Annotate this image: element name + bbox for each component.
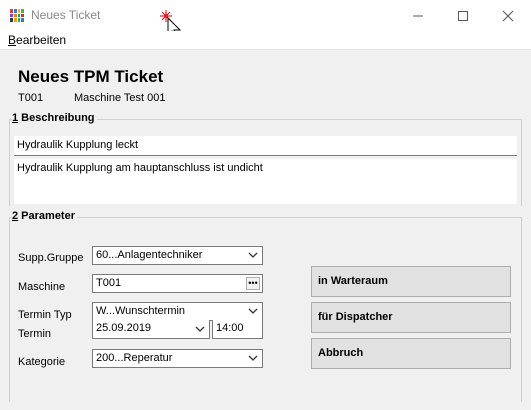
supp-gruppe-select[interactable]: 60...Anlagentechniker — [92, 246, 263, 265]
kategorie-label: Kategorie — [18, 356, 66, 368]
window-title: Neues Ticket — [31, 8, 101, 22]
section-border-left — [9, 119, 10, 206]
cancel-button[interactable]: Abbruch — [311, 338, 511, 369]
parameters-section-title: 2 Parameter — [12, 210, 77, 222]
termin-label: Termin — [18, 328, 52, 340]
chevron-down-icon — [248, 355, 258, 361]
chevron-down-icon — [195, 326, 205, 332]
parameters-section-line — [9, 217, 522, 218]
supp-gruppe-value: 60...Anlagentechniker — [96, 249, 203, 261]
kategorie-value: 200...Reperatur — [96, 352, 173, 364]
close-icon — [502, 10, 513, 21]
maschine-label: Maschine — [18, 281, 66, 293]
chevron-down-icon — [248, 308, 258, 314]
termin-typ-select[interactable]: W...Wunschtermin — [92, 302, 263, 321]
termin-date-picker[interactable]: 25.09.2019 — [92, 320, 210, 339]
termin-date-value: 25.09.2019 — [96, 322, 152, 334]
page-title: Neues TPM Ticket — [18, 67, 164, 86]
dispatcher-button[interactable]: für Dispatcher — [311, 302, 511, 333]
machine-name: Maschine Test 001 — [74, 92, 166, 104]
supp-gruppe-label: Supp.Gruppe — [18, 252, 84, 264]
browse-button[interactable]: ••• — [246, 277, 260, 290]
ticket-id: T001 — [18, 92, 44, 104]
waiting-room-button[interactable]: in Warteraum — [311, 266, 511, 297]
maschine-value: T001 — [96, 277, 122, 289]
kategorie-select[interactable]: 200...Reperatur — [92, 349, 263, 368]
termin-time-input[interactable]: 14:00 — [212, 320, 263, 339]
section-border-right — [521, 217, 522, 402]
section-border-left — [9, 217, 10, 402]
menu-bar: Bearbeiten — [0, 31, 531, 50]
description-section-title: 1 Beschreibung — [12, 112, 97, 124]
chevron-down-icon — [248, 252, 258, 258]
ellipsis-icon: ••• — [248, 278, 258, 288]
summary-input[interactable]: Hydraulik Kupplung leckt — [14, 136, 517, 156]
title-bar[interactable]: Neues Ticket — [0, 0, 531, 39]
section-border-right — [521, 119, 522, 206]
menu-item-label: earbeiten — [16, 33, 67, 47]
details-textarea[interactable]: Hydraulik Kupplung am hauptanschluss ist… — [14, 159, 517, 204]
termin-typ-label: Termin Typ — [18, 309, 72, 321]
minimize-icon — [412, 15, 423, 16]
maximize-button[interactable] — [440, 0, 485, 31]
maximize-icon — [457, 10, 468, 21]
close-button[interactable] — [485, 0, 530, 31]
minimize-button[interactable] — [395, 0, 440, 31]
app-grid-icon — [10, 9, 24, 22]
termin-time-value: 14:00 — [216, 322, 244, 334]
menu-mnemonic: B — [8, 33, 17, 47]
menu-item-bearbeiten[interactable]: Bearbeiten — [8, 33, 66, 47]
termin-typ-value: W...Wunschtermin — [96, 305, 186, 317]
maschine-input[interactable]: T001 ••• — [92, 274, 263, 293]
